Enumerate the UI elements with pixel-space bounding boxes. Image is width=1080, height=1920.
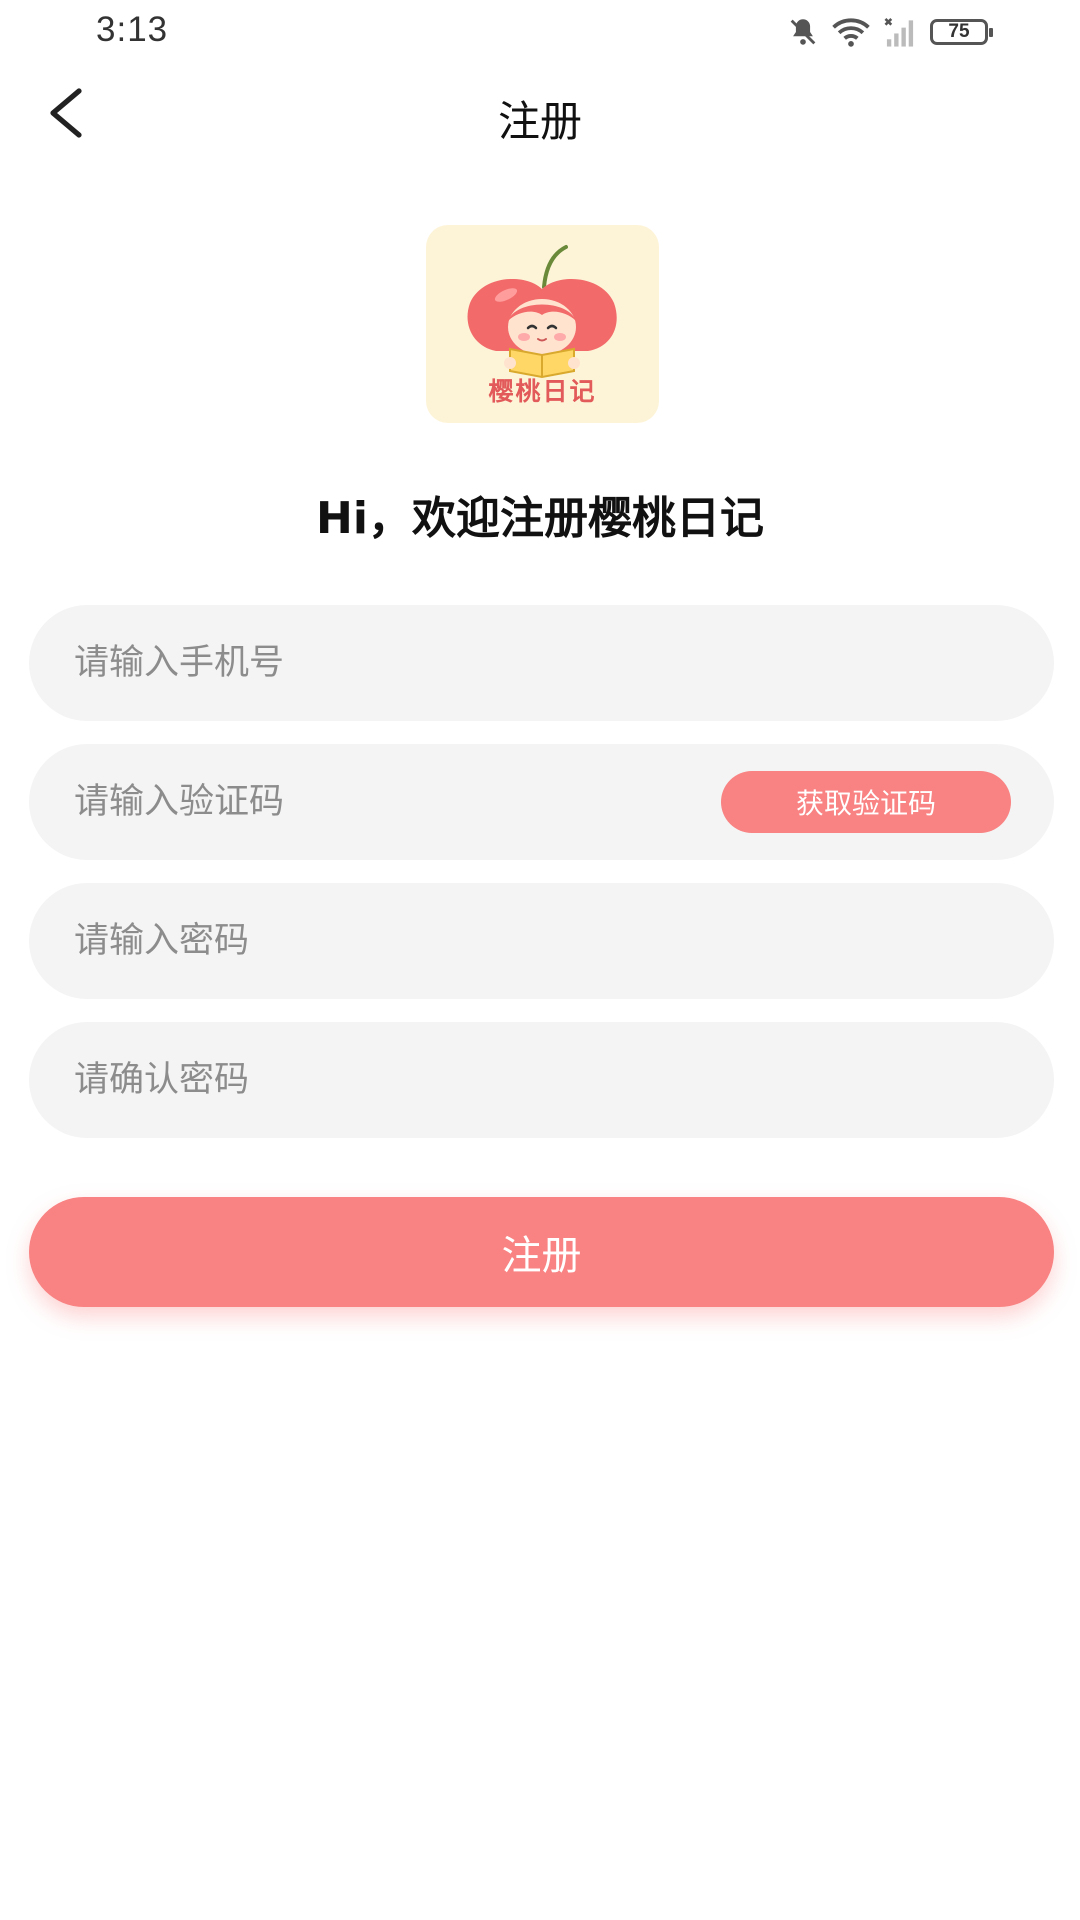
status-time: 3:13 — [96, 10, 169, 49]
confirm-password-input[interactable] — [74, 1022, 714, 1138]
status-icons: 75 — [786, 14, 993, 50]
logo-text: 樱桃日记 — [488, 377, 597, 406]
status-bar: 3:13 75 — [0, 0, 1080, 64]
register-screen: 3:13 75 注册 樱桃日记 Hi，欢迎注册樱桃日记 请输入手机号 请输入验证… — [0, 0, 1080, 1920]
battery-icon: 75 — [930, 19, 993, 45]
password-field — [29, 883, 1054, 999]
code-field: 获取验证码 — [29, 744, 1054, 860]
page-title: 注册 — [497, 97, 582, 146]
phone-input[interactable] — [74, 605, 714, 721]
verification-code-input[interactable] — [74, 744, 714, 860]
welcome-heading: Hi，欢迎注册樱桃日记 — [316, 493, 764, 544]
signal-icon — [882, 16, 918, 48]
bell-muted-icon — [786, 15, 820, 49]
confirm-password-field — [29, 1022, 1054, 1138]
register-button[interactable]: 注册 — [29, 1197, 1054, 1307]
password-input[interactable] — [74, 883, 714, 999]
get-code-button[interactable]: 获取验证码 — [721, 771, 1011, 833]
wifi-icon — [832, 16, 870, 48]
app-logo: 樱桃日记 — [426, 225, 659, 423]
phone-field — [29, 605, 1054, 721]
